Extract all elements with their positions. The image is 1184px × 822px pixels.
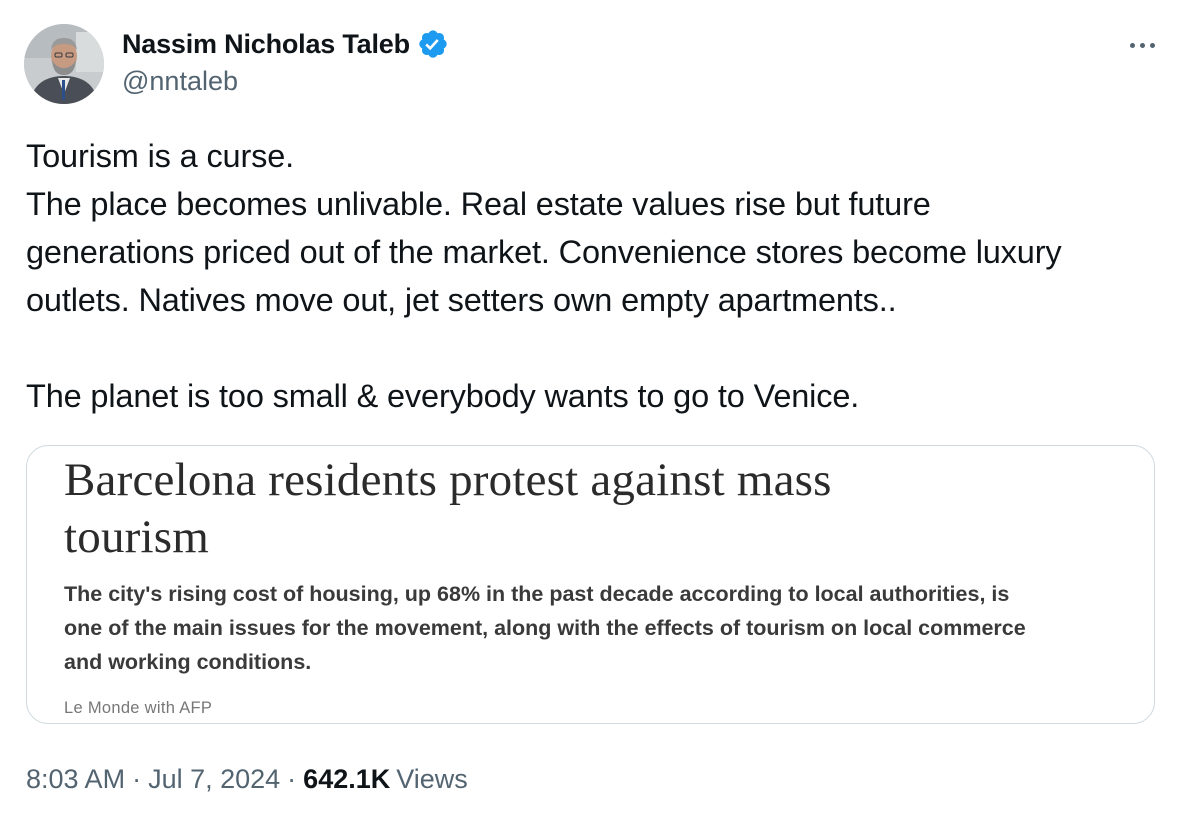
author-name-row[interactable]: Nassim Nicholas Taleb	[122, 26, 449, 62]
author-display-name[interactable]: Nassim Nicholas Taleb	[122, 29, 410, 60]
tweet-text-line: outlets. Natives move out, jet setters o…	[26, 282, 897, 318]
tweet-date[interactable]: Jul 7, 2024	[148, 764, 280, 795]
card-summary-line: and working conditions.	[64, 650, 312, 674]
tweet-text: Tourism is a curse. The place becomes un…	[26, 132, 1166, 420]
card-summary: The city's rising cost of housing, up 68…	[64, 577, 1134, 679]
more-dot	[1139, 42, 1145, 48]
more-dot	[1129, 42, 1135, 48]
more-options-icon[interactable]	[1122, 30, 1162, 60]
verified-badge-icon	[417, 28, 449, 60]
tweet-meta: 8:03 AM · Jul 7, 2024 · 642.1K Views	[26, 760, 468, 798]
views-label: Views	[396, 763, 468, 794]
card-headline-line: tourism	[64, 511, 210, 563]
tweet-text-line: The planet is too small & everybody want…	[26, 378, 860, 414]
card-source: Le Monde with AFP	[64, 699, 213, 717]
more-dot	[1149, 42, 1155, 48]
author-handle[interactable]: @nntaleb	[122, 66, 238, 97]
avatar-image	[24, 24, 104, 104]
tweet: Nassim Nicholas Taleb @nntaleb Tourism i…	[0, 0, 1184, 822]
card-headline-line: Barcelona residents protest against mass	[64, 454, 832, 506]
tweet-text-line: Tourism is a curse.	[26, 138, 295, 174]
meta-separator: ·	[132, 763, 142, 794]
link-preview-card[interactable]: Barcelona residents protest against mass…	[26, 445, 1155, 724]
views-count: 642.1K	[303, 763, 391, 794]
card-summary-line: one of the main issues for the movement,…	[64, 616, 1026, 640]
card-summary-line: The city's rising cost of housing, up 68…	[64, 582, 1010, 606]
tweet-text-line: The place becomes unlivable. Real estate…	[26, 186, 931, 222]
meta-separator: ·	[287, 763, 297, 794]
card-headline: Barcelona residents protest against mass…	[64, 452, 1124, 566]
tweet-time[interactable]: 8:03 AM	[26, 764, 125, 795]
tweet-text-line: generations priced out of the market. Co…	[26, 234, 1062, 270]
avatar[interactable]	[24, 24, 104, 104]
